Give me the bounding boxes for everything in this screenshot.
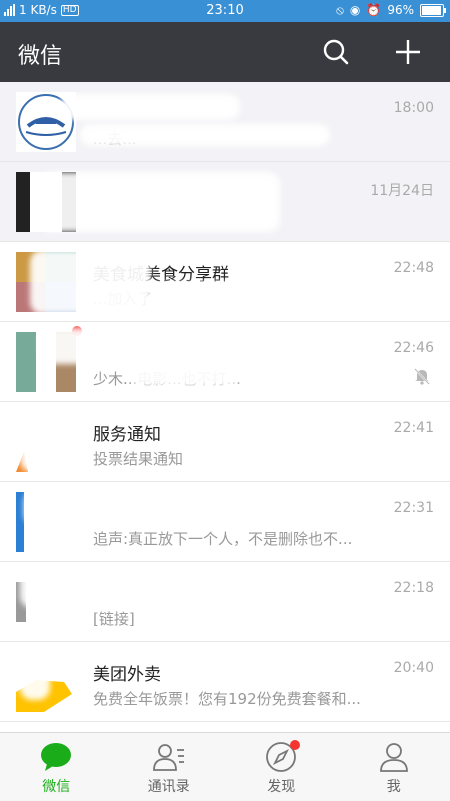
person-icon — [377, 740, 411, 774]
chat-row[interactable]: 18:00 ...去... — [0, 82, 450, 162]
redaction — [80, 124, 330, 146]
discover-badge — [290, 740, 300, 750]
redaction — [40, 172, 280, 232]
chat-time: 22:46 — [394, 340, 434, 356]
chat-preview: 追声:真正放下一个人，不是删除也不... — [93, 528, 383, 549]
chat-row[interactable]: 服务通知 22:41 投票结果通知 — [0, 402, 450, 482]
tab-contacts[interactable]: 通讯录 — [113, 733, 226, 801]
redaction — [40, 328, 230, 364]
chat-name: 美团外卖 — [93, 660, 373, 685]
chat-row[interactable]: 美食城美食分享群 22:48 ...加入了 — [0, 242, 450, 322]
tab-label: 发现 — [225, 776, 338, 796]
redaction — [24, 490, 144, 526]
tab-discover[interactable]: 发现 — [225, 733, 338, 801]
chat-row[interactable]: 22:18 [链接] — [0, 562, 450, 642]
redaction — [130, 366, 240, 386]
alarm-icon: ⏰ — [366, 4, 381, 16]
chat-row[interactable]: 22:31 追声:真正放下一个人，不是删除也不... — [0, 482, 450, 562]
chat-time: 22:31 — [394, 500, 434, 516]
chat-row[interactable]: 22:46 少木...电影...也不打... — [0, 322, 450, 402]
chat-time: 22:41 — [394, 420, 434, 436]
status-bar: 1 KB/s HD 23:10 ⦸ ◉ ⏰ 96% — [0, 0, 450, 22]
chat-preview: 投票结果通知 — [93, 448, 383, 469]
chat-preview: [链接] — [93, 608, 383, 629]
search-icon[interactable] — [322, 38, 350, 66]
app-header: 微信 — [0, 22, 450, 82]
chat-preview: 免费全年饭票！您有192份免费套餐和... — [93, 688, 383, 709]
chat-time: 22:48 — [394, 260, 434, 276]
redaction — [150, 282, 330, 304]
bottom-tab-bar: 微信 通讯录 发现 我 — [0, 732, 450, 801]
chat-list[interactable]: 18:00 ...去... 11月24日 美食城美食分享群 22:48 ...加… — [0, 82, 450, 732]
redaction — [20, 568, 140, 608]
chat-time: 11月24日 — [370, 180, 434, 200]
battery-percent: 96% — [387, 3, 414, 17]
tab-label: 通讯录 — [113, 776, 226, 796]
chat-time: 20:40 — [394, 660, 434, 676]
chat-row[interactable]: 11月24日 — [0, 162, 450, 242]
page-title: 微信 — [18, 38, 62, 70]
tab-label: 我 — [338, 776, 450, 796]
add-icon[interactable] — [394, 38, 422, 66]
redaction — [60, 94, 240, 120]
chat-bubble-icon — [39, 740, 73, 774]
mute-status-icon: ⦸ — [336, 4, 344, 16]
chat-time: 22:18 — [394, 580, 434, 596]
redaction — [20, 408, 90, 472]
chat-name: 服务通知 — [93, 420, 373, 445]
chat-time: 18:00 — [394, 100, 434, 116]
tab-chats[interactable]: 微信 — [0, 733, 113, 801]
mute-bell-icon — [412, 366, 432, 386]
tab-me[interactable]: 我 — [338, 733, 450, 801]
chat-row[interactable]: 美团外卖 20:40 免费全年饭票！您有192份免费套餐和... — [0, 642, 450, 722]
tab-label: 微信 — [0, 776, 113, 796]
redaction — [30, 250, 150, 314]
battery-icon — [420, 4, 444, 17]
redaction — [20, 650, 50, 700]
contacts-icon — [152, 740, 186, 774]
lock-rotation-icon: ◉ — [350, 4, 360, 16]
